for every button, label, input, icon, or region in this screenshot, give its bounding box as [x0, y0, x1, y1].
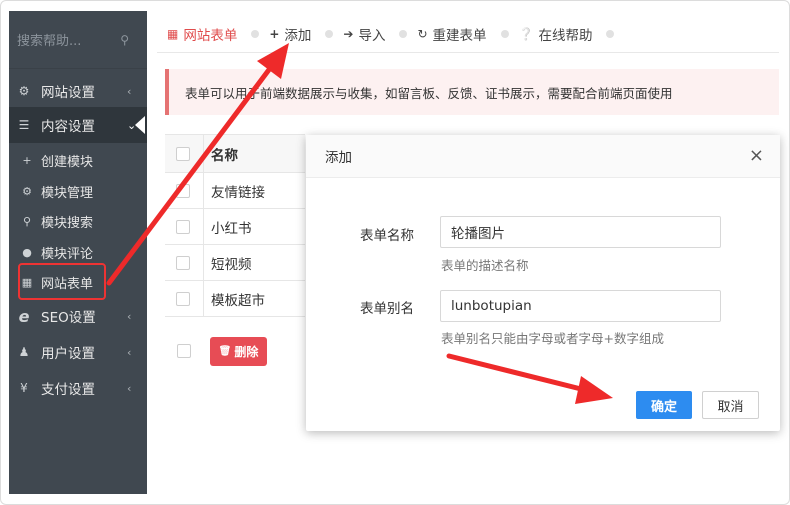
import-icon: ➔ — [343, 26, 354, 41]
tab-add[interactable]: + 添加 — [269, 24, 311, 44]
cancel-button[interactable]: 取消 — [702, 391, 759, 419]
tab-label: 重建表单 — [432, 27, 487, 44]
sidebar-search[interactable]: 搜索帮助... ⚲ — [9, 11, 147, 69]
sidebar-item-site-settings[interactable]: ⚙ 网站设置 ‹ — [9, 73, 147, 109]
sidebar: 搜索帮助... ⚲ ⚙ 网站设置 ‹ ☰ 内容设置 ⌄ + 创建模块 ⚙ 模块管… — [9, 11, 147, 494]
chevron-left-icon: ‹ — [127, 345, 132, 359]
tab-import[interactable]: ➔ 导入 — [343, 24, 385, 44]
row-checkbox[interactable] — [176, 255, 190, 270]
plus-icon: + — [22, 153, 32, 167]
user-icon: ♟ — [18, 345, 30, 359]
bulk-select-checkbox[interactable] — [177, 344, 191, 358]
form-name-label: 表单名称 — [360, 228, 414, 244]
tab-label: 在线帮助 — [538, 27, 593, 44]
column-divider — [203, 281, 204, 316]
column-divider — [203, 173, 204, 208]
row-checkbox[interactable] — [176, 291, 190, 306]
row-checkbox[interactable] — [176, 219, 190, 234]
trash-icon: 🗑 — [218, 346, 232, 357]
gear-icon: ⚙ — [18, 84, 30, 98]
sidebar-item-payment-settings[interactable]: ¥ 支付设置 ‹ — [9, 370, 147, 406]
app-frame: 搜索帮助... ⚲ ⚙ 网站设置 ‹ ☰ 内容设置 ⌄ + 创建模块 ⚙ 模块管… — [0, 0, 790, 505]
ie-icon: e — [18, 306, 30, 326]
forms-table: 名称 友情链接 小红书 短视频 模板超市 — [165, 134, 305, 317]
column-header-name: 名称 — [211, 147, 238, 164]
separator-dot — [325, 29, 334, 38]
refresh-icon: ↻ — [417, 26, 428, 41]
row-checkbox[interactable] — [176, 183, 190, 198]
sidebar-item-label: 支付设置 — [41, 382, 95, 398]
sidebar-subitem-label: 模块搜索 — [41, 215, 94, 231]
sidebar-item-user-settings[interactable]: ♟ 用户设置 ‹ — [9, 334, 147, 370]
select-all-checkbox[interactable] — [176, 146, 190, 161]
annotation-highlight-box — [18, 263, 106, 300]
yen-icon: ¥ — [20, 381, 28, 395]
tab-site-forms[interactable]: ▦ 网站表单 — [167, 24, 237, 44]
chevron-left-icon: ‹ — [127, 84, 132, 98]
search-icon[interactable]: ⚲ — [120, 33, 129, 47]
add-form-dialog: 添加 × 表单名称 轮播图片 表单的描述名称 表单别名 lunbotupian … — [306, 135, 780, 431]
sidebar-item-label: 用户设置 — [41, 346, 95, 362]
search-icon: ⚲ — [22, 214, 32, 228]
sidebar-subitem-module-search[interactable]: ⚲ 模块搜索 — [9, 206, 147, 236]
column-divider — [203, 209, 204, 244]
close-icon[interactable]: × — [749, 146, 764, 166]
plus-icon: + — [269, 26, 280, 41]
table-row: 短视频 — [165, 245, 305, 281]
sidebar-item-content-settings[interactable]: ☰ 内容设置 ⌄ — [9, 107, 147, 143]
form-name-help: 表单的描述名称 — [441, 258, 529, 273]
info-notice: 表单可以用于前端数据展示与收集，如留言板、反馈、证书展示，需要配合前端页面使用 — [165, 69, 779, 115]
confirm-button[interactable]: 确定 — [636, 391, 692, 419]
separator-dot — [251, 29, 260, 38]
menu-icon: ☰ — [18, 118, 30, 132]
form-alias-help: 表单别名只能由字母或者字母+数字组成 — [441, 331, 664, 346]
tab-rebuild-form[interactable]: ↻ 重建表单 — [417, 24, 486, 44]
gears-icon: ⚙ — [22, 184, 32, 198]
sidebar-subitem-module-manage[interactable]: ⚙ 模块管理 — [9, 176, 147, 206]
table-cell-name: 小红书 — [211, 220, 252, 237]
delete-button-label: 删除 — [234, 345, 259, 359]
separator-dot — [500, 29, 509, 38]
table-icon: ▦ — [167, 26, 179, 41]
chevron-left-icon: ‹ — [127, 309, 132, 323]
table-row: 小红书 — [165, 209, 305, 245]
chevron-left-icon: ‹ — [127, 381, 132, 395]
tab-online-help[interactable]: ❔ 在线帮助 — [519, 24, 593, 44]
sidebar-subitem-create-module[interactable]: + 创建模块 — [9, 145, 147, 175]
tab-label: 网站表单 — [183, 27, 238, 44]
form-name-input[interactable]: 轮播图片 — [440, 216, 721, 248]
table-cell-name: 短视频 — [211, 256, 252, 273]
search-input[interactable]: 搜索帮助... — [17, 30, 120, 49]
action-tabs: ▦ 网站表单 + 添加 ➔ 导入 ↻ 重建表单 ❔ 在线帮助 — [157, 15, 779, 53]
dialog-title: 添加 — [325, 150, 352, 166]
separator-dot — [399, 29, 408, 38]
sidebar-subitem-label: 模块管理 — [41, 185, 94, 201]
table-cell-name: 友情链接 — [211, 184, 265, 201]
column-divider — [203, 245, 204, 280]
help-icon: ❔ — [518, 26, 534, 41]
sidebar-subitem-label: 创建模块 — [41, 154, 94, 170]
dialog-header: 添加 — [306, 135, 780, 178]
sidebar-item-label: 网站设置 — [41, 85, 95, 101]
column-divider — [203, 135, 204, 172]
table-header-row: 名称 — [165, 135, 305, 173]
form-alias-input[interactable]: lunbotupian — [440, 290, 721, 322]
table-cell-name: 模板超市 — [211, 292, 265, 309]
delete-button[interactable]: 🗑 删除 — [210, 337, 267, 366]
form-alias-label: 表单别名 — [360, 301, 414, 317]
sidebar-item-seo-settings[interactable]: e SEO设置 ‹ — [9, 298, 147, 334]
separator-dot — [606, 29, 615, 38]
sidebar-item-label: SEO设置 — [41, 310, 96, 326]
tab-label: 添加 — [284, 27, 312, 44]
table-row: 友情链接 — [165, 173, 305, 209]
notice-text: 表单可以用于前端数据展示与收集，如留言板、反馈、证书展示，需要配合前端页面使用 — [185, 85, 673, 101]
sidebar-item-label: 内容设置 — [41, 119, 95, 135]
table-row: 模板超市 — [165, 281, 305, 317]
tab-label: 导入 — [358, 27, 386, 44]
sidebar-subitem-label: 模块评论 — [41, 246, 94, 262]
comments-icon: ● — [22, 245, 32, 259]
active-menu-notch — [135, 116, 145, 134]
